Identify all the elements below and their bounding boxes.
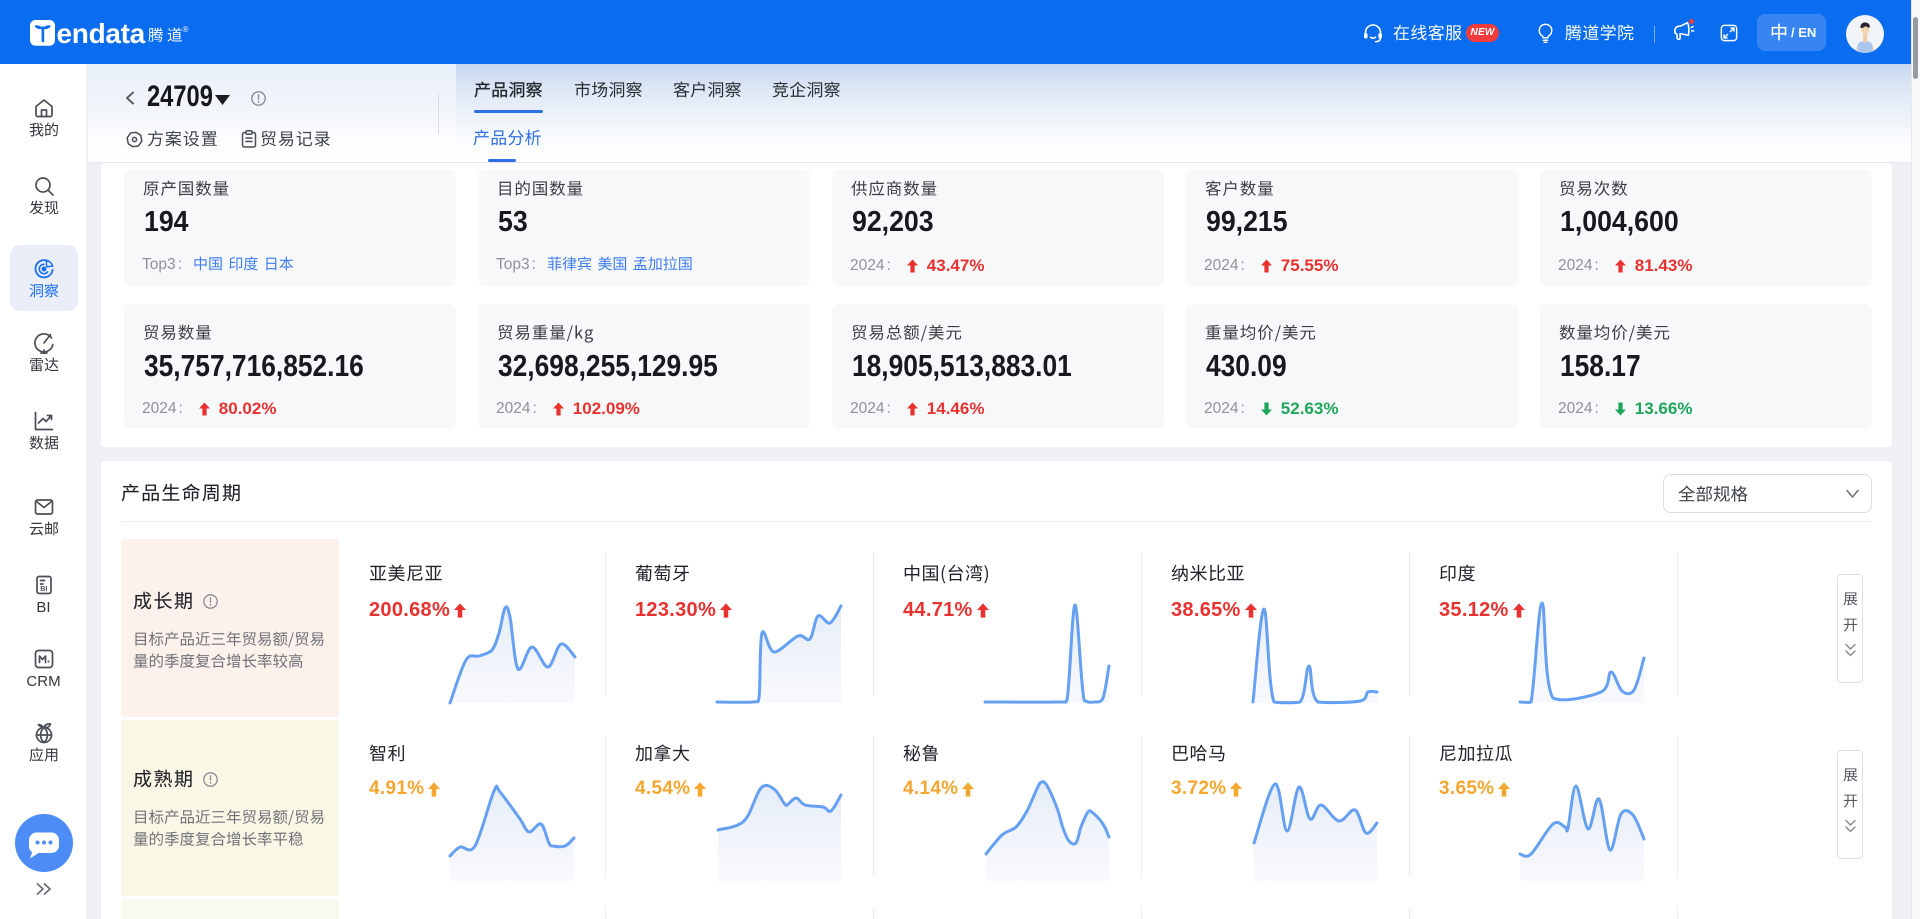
- svg-text:BI: BI: [40, 586, 47, 593]
